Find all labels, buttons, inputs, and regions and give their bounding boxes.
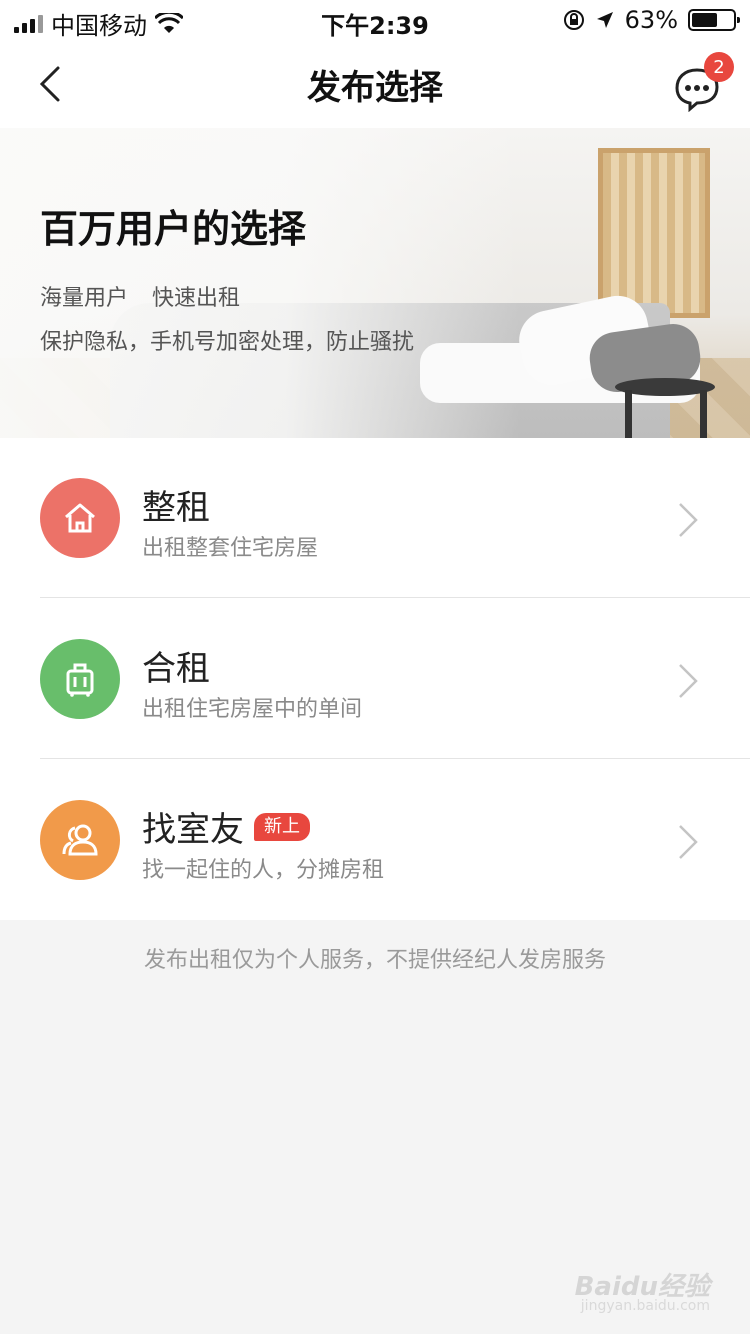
option-find-roommate[interactable]: 找室友 新上 找一起住的人，分摊房租 [0, 760, 750, 920]
divider [40, 758, 750, 759]
hero-banner: 百万用户的选择 海量用户 快速出租 保护隐私，手机号加密处理，防止骚扰 [0, 128, 750, 438]
page-title: 发布选择 [307, 68, 443, 108]
option-subtitle: 出租整套住宅房屋 [142, 536, 319, 561]
nav-bar: 发布选择 2 [0, 40, 750, 128]
disclaimer-text: 发布出租仅为个人服务，不提供经纪人发房服务 [143, 948, 606, 973]
house-icon [40, 478, 120, 558]
hero-title: 百万用户的选择 [40, 207, 307, 251]
hero-feature-1: 海量用户 [40, 286, 129, 311]
location-icon [596, 12, 613, 28]
publish-options-list: 整租 出租整套住宅房屋 合租 出租住宅房屋中的单间 找室友 新上 找一起住的人，… [0, 438, 750, 920]
chevron-right-icon [679, 664, 698, 698]
chevron-right-icon [679, 825, 698, 859]
battery-percent: 63% [624, 6, 678, 34]
chevron-right-icon [679, 503, 698, 537]
status-bar: 中国移动 下午2:39 63% [0, 0, 750, 40]
new-tag: 新上 [254, 812, 310, 841]
option-label: 找室友 [142, 810, 244, 850]
hero-privacy-text: 保护隐私，手机号加密处理，防止骚扰 [40, 330, 415, 355]
hero-features: 海量用户 快速出租 [40, 280, 240, 312]
headboard-image [598, 148, 710, 318]
option-subtitle: 找一起住的人，分摊房租 [142, 858, 385, 883]
users-icon [40, 800, 120, 880]
option-label: 整租 [142, 488, 210, 528]
option-whole-rent[interactable]: 整租 出租整套住宅房屋 [0, 438, 750, 598]
baidu-watermark-logo: Baidu经验 jingyan.baidu.com [574, 1272, 710, 1314]
message-badge: 2 [704, 52, 734, 82]
luggage-icon [40, 639, 120, 719]
battery-icon [688, 9, 740, 31]
option-shared-rent[interactable]: 合租 出租住宅房屋中的单间 [0, 599, 750, 759]
option-subtitle: 出租住宅房屋中的单间 [142, 697, 363, 722]
rotation-lock-icon [563, 10, 584, 30]
option-label: 合租 [142, 649, 210, 689]
divider [40, 597, 750, 598]
hero-feature-2: 快速出租 [152, 286, 241, 311]
